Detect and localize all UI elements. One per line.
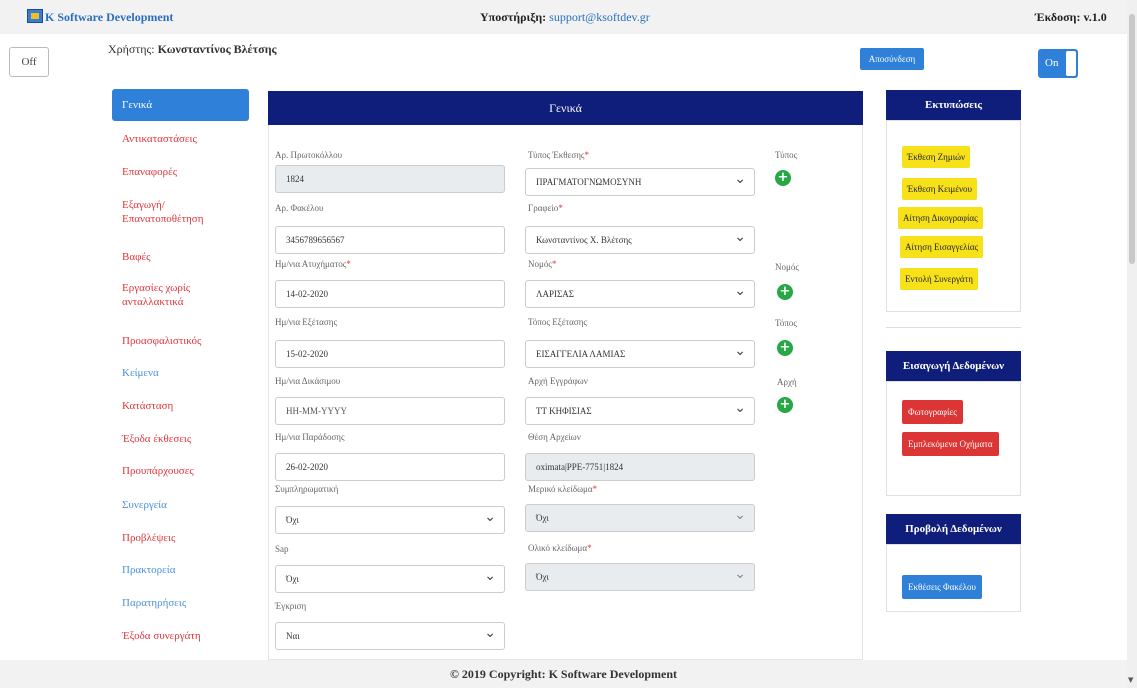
add-authority-label: Αρχή <box>777 377 797 387</box>
photos-button[interactable]: Φωτογραφίες <box>902 400 963 424</box>
sidebar-item-restorations[interactable]: Επαναφορές <box>122 165 177 179</box>
add-prefecture-label: Νομός <box>775 262 799 272</box>
scroll-down-arrow-icon[interactable]: ▼ <box>1128 676 1133 684</box>
delivery-date-label: Ημ/νια Παράδοσης <box>275 432 345 442</box>
approval-select[interactable]: Ναι <box>275 622 505 650</box>
total-lock-label: Ολικό κλείδωμα* <box>528 543 592 553</box>
folder-field[interactable]: 3456789656567 <box>275 226 505 254</box>
archive-position-field: oximata|PPE-7751|1824 <box>525 453 755 481</box>
sidebar-item-status[interactable]: Κατάσταση <box>122 399 173 413</box>
prefecture-select[interactable]: ΛΑΡΙΣΑΣ <box>525 280 755 308</box>
case-file-request-button[interactable]: Αίτηση Δικογραφίας <box>898 207 983 229</box>
delivery-date-field[interactable]: 26-02-2020 <box>275 453 505 481</box>
sidebar-item-paints[interactable]: Βαφές <box>122 250 150 264</box>
office-select[interactable]: Κωνσταντίνος Χ. Βλέτσης <box>525 226 755 254</box>
panel-title: Γενικά <box>268 91 863 125</box>
protocol-field: 1824 <box>275 165 505 193</box>
sidebar: Γενικά Αντικαταστάσεις Επαναφορές Εξαγωγ… <box>112 89 252 642</box>
divider <box>886 327 1021 328</box>
exam-date-label: Ημ/νια Εξέτασης <box>275 317 338 327</box>
sidebar-item-removal[interactable]: Εξαγωγή/ Επανατοποθέτηση <box>122 198 232 226</box>
damage-report-button[interactable]: Έκθεση Ζημιών <box>902 146 971 168</box>
report-type-select[interactable]: ΠΡΑΓΜΑΤΟΓΝΩΜΟΣΥΝΗ <box>525 168 755 196</box>
partner-order-button[interactable]: Εντολή Συνεργάτη <box>900 268 978 290</box>
exam-place-select[interactable]: ΕΙΣΑΓΓΕΛΙΑ ΛΑΜΙΑΣ <box>525 340 755 368</box>
exam-place-label: Τόπος Εξέτασης <box>528 317 587 327</box>
add-type-label: Τύπος <box>775 150 798 160</box>
sidebar-item-partner-expenses[interactable]: Έξοδα συνεργάτη <box>122 629 201 643</box>
registry-select[interactable]: ΤΤ ΚΗΦΙΣΙΑΣ <box>525 397 755 425</box>
total-lock-select: Όχι <box>525 563 755 591</box>
sidebar-item-agencies[interactable]: Πρακτορεία <box>122 563 176 577</box>
brand-name[interactable]: K Software Development <box>45 10 173 25</box>
accident-date-label: Ημ/νια Ατυχήματος* <box>275 259 351 269</box>
sidebar-item-replacements[interactable]: Αντικαταστάσεις <box>122 132 197 146</box>
folder-label: Αρ. Φακέλου <box>275 203 324 213</box>
top-bar: K Software Development Υποστήριξη: suppo… <box>0 0 1127 34</box>
user-label: Χρήστης: <box>108 42 155 56</box>
involved-vehicles-button[interactable]: Εμπλεκόμενα Οχήματα <box>902 432 999 456</box>
footer: © 2019 Copyright: K Software Development <box>0 660 1127 688</box>
on-toggle-switch[interactable]: On <box>1038 49 1078 78</box>
prefecture-label: Νομός* <box>528 259 557 269</box>
sidebar-item-report-expenses[interactable]: Έξοδα έκθεσεις <box>122 432 191 446</box>
add-authority-plus-icon[interactable]: + <box>777 397 793 413</box>
supplementary-label: Συμπληρωματική <box>275 484 339 494</box>
add-type-plus-icon[interactable]: + <box>775 170 791 186</box>
sidebar-item-general[interactable]: Γενικά <box>112 89 249 121</box>
version-label: Έκδοση: v.1.0 <box>1035 10 1107 24</box>
on-toggle-label: On <box>1045 57 1059 69</box>
prosecution-request-button[interactable]: Αίτηση Εισαγγελίας <box>900 236 984 258</box>
text-report-button[interactable]: Έκθεση Κειμένου <box>902 178 978 200</box>
support-info: Υποστήριξη: support@ksoftdev.gr <box>480 10 650 25</box>
folder-reports-button[interactable]: Εκθέσεις Φακέλου <box>902 575 982 599</box>
sap-label: Sap <box>275 544 289 554</box>
add-prefecture-plus-icon[interactable]: + <box>777 284 793 300</box>
support-email-link[interactable]: support@ksoftdev.gr <box>549 10 650 24</box>
sidebar-item-garages[interactable]: Συνεργεία <box>122 498 167 512</box>
office-label: Γραφείο* <box>528 203 563 213</box>
registry-label: Αρχή Εγγράφων <box>528 376 588 386</box>
partial-lock-label: Μερικό κλείδωμα* <box>528 484 598 494</box>
sidebar-item-provisions[interactable]: Προβλέψεις <box>122 531 175 545</box>
sap-select[interactable]: Όχι <box>275 565 505 593</box>
scrollbar[interactable]: ▼ <box>1127 0 1137 688</box>
exam-date-field[interactable]: 15-02-2020 <box>275 340 505 368</box>
supplementary-select[interactable]: Όχι <box>275 506 505 534</box>
data-view-title: Προβολή Δεδομένων <box>886 514 1021 544</box>
sidebar-item-remarks[interactable]: Παρατηρήσεις <box>122 596 186 610</box>
sidebar-item-pre-insurance[interactable]: Προασφαλιστικός <box>122 334 201 348</box>
partial-lock-select: Όχι <box>525 504 755 532</box>
sidebar-item-texts[interactable]: Κείμενα <box>122 366 159 380</box>
accident-date-field[interactable]: 14-02-2020 <box>275 280 505 308</box>
toggle-knob <box>1066 51 1076 76</box>
approval-label: Έγκριση <box>275 601 307 611</box>
trial-date-field[interactable]: HH-MM-YYYY <box>275 397 505 425</box>
support-label: Υποστήριξη: <box>480 10 547 24</box>
logo-icon <box>27 9 43 23</box>
user-name: Κωνσταντίνος Βλέτσης <box>157 42 277 56</box>
add-place-label: Τόπος <box>775 318 797 328</box>
trial-date-label: Ημ/νια Δικάσιμου <box>275 376 341 386</box>
prints-title: Εκτυπώσεις <box>886 90 1021 120</box>
protocol-label: Αρ. Πρωτοκόλλου <box>275 150 343 160</box>
archive-position-label: Θέση Αρχείων <box>528 432 581 442</box>
report-type-label: Τύπος Έκθεσης* <box>528 150 589 160</box>
add-place-plus-icon[interactable]: + <box>777 340 793 356</box>
off-toggle-button[interactable]: Off <box>9 47 49 77</box>
sidebar-item-labor[interactable]: Εργασίες χωρίς ανταλλακτικά <box>122 281 222 309</box>
user-info: Χρήστης: Κωνσταντίνος Βλέτσης <box>108 42 277 57</box>
logout-button[interactable]: Αποσύνδεση <box>860 48 924 70</box>
data-entry-title: Εισαγωγή Δεδομένων <box>886 351 1021 381</box>
sidebar-item-preexisting[interactable]: Προυπάρχουσες <box>122 464 194 478</box>
scrollbar-thumb[interactable] <box>1129 14 1135 264</box>
